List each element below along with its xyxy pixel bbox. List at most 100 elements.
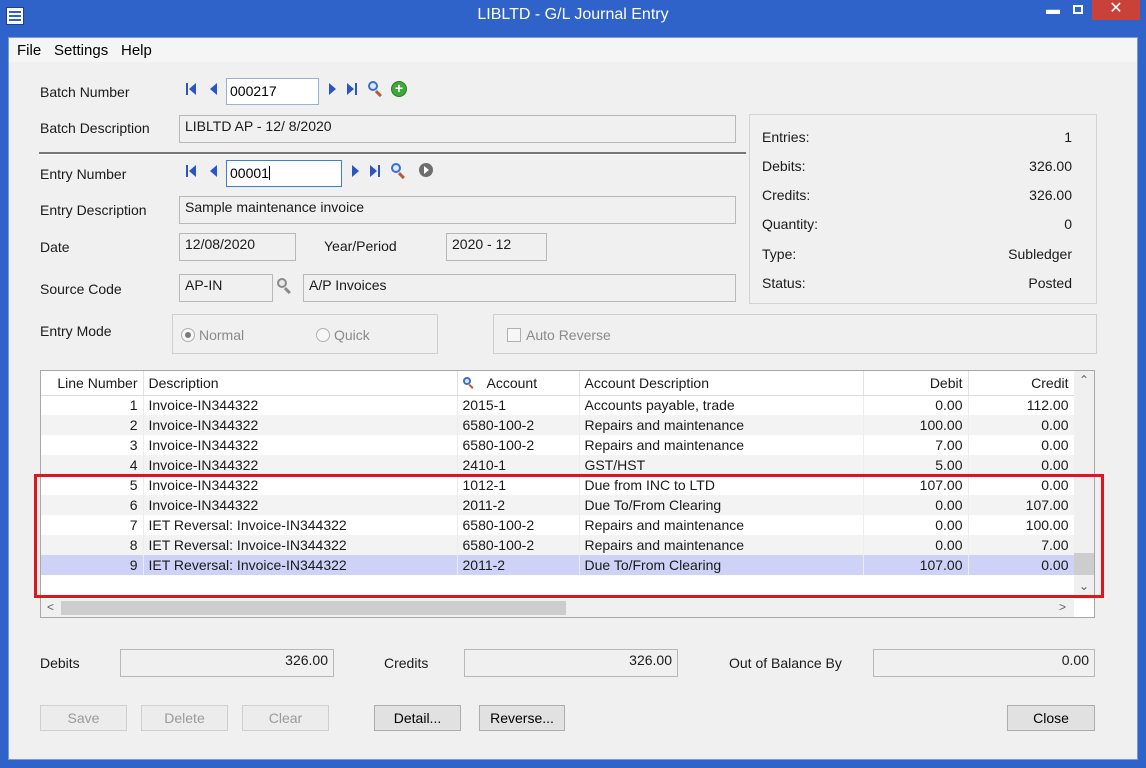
col-header-line-number[interactable]: Line Number [41,371,144,396]
section-separator [39,152,746,155]
save-button[interactable]: Save [40,705,127,731]
minimize-button[interactable]: ▬ [1040,0,1066,20]
cell-credit: 112.00 [968,395,1075,415]
summary-type-label: Type: [762,246,797,262]
clear-button[interactable]: Clear [242,705,329,731]
cell-credit: 0.00 [968,415,1075,435]
scroll-left-icon[interactable]: < [47,600,54,614]
year-period-label: Year/Period [324,238,397,254]
table-row[interactable]: 3 Invoice-IN344322 6580-100-2 Repairs an… [41,435,1075,455]
title-bar: LIBLTD - G/L Journal Entry ▬ ✕ [0,0,1146,32]
batch-finder-search-icon[interactable] [368,81,384,98]
cell-account-description: Repairs and maintenance [579,415,864,435]
menu-file[interactable]: File [17,42,41,59]
cell-credit: 0.00 [968,435,1075,455]
summary-credits-value: 326.00 [1029,187,1072,203]
batch-number-label: Batch Number [40,84,130,100]
entry-number-input[interactable]: 00001 [226,160,342,187]
cell-debit: 100.00 [863,415,969,435]
client-area: File Settings Help Batch Number 000217 +… [8,37,1138,760]
scroll-up-icon[interactable]: ⌃ [1079,373,1089,387]
mode-quick-label: Quick [334,327,370,343]
batch-last-button[interactable] [346,83,358,95]
cell-debit: 7.00 [863,435,969,455]
total-credits-field: 326.00 [464,649,678,677]
total-credits-label: Credits [384,655,429,671]
menu-help[interactable]: Help [121,42,152,59]
col-header-account[interactable]: Account [457,371,580,396]
cell-debit: 5.00 [863,455,969,475]
source-code-label: Source Code [40,281,122,297]
entry-prev-button[interactable] [208,165,220,177]
text-caret [268,166,270,180]
entry-finder-search-icon[interactable] [391,163,407,180]
entry-first-button[interactable] [186,165,198,177]
annotation-highlight-box [34,474,1104,598]
menu-settings[interactable]: Settings [54,42,108,59]
summary-debits-label: Debits: [762,158,806,174]
summary-panel: Entries: 1 Debits: 326.00 Credits: 326.0… [749,114,1097,304]
col-header-account-label: Account [486,374,538,391]
reverse-button[interactable]: Reverse... [479,705,565,731]
table-row[interactable]: 2 Invoice-IN344322 6580-100-2 Repairs an… [41,415,1075,435]
summary-entries-label: Entries: [762,129,810,145]
mode-quick-radio[interactable] [316,328,330,342]
auto-reverse-group: Auto Reverse [493,314,1097,354]
mode-normal-radio[interactable] [181,328,195,342]
cell-description: Invoice-IN344322 [143,415,458,435]
table-row[interactable]: 1 Invoice-IN344322 2015-1 Accounts payab… [41,395,1075,415]
date-label: Date [40,239,70,255]
cell-account: 6580-100-2 [457,415,580,435]
entry-last-button[interactable] [369,165,381,177]
cell-description: Invoice-IN344322 [143,435,458,455]
entry-description-field: Sample maintenance invoice [179,196,736,224]
cell-account-description: GST/HST [579,455,864,475]
horizontal-scroll-thumb[interactable] [61,601,566,615]
entry-next-button[interactable] [350,165,362,177]
source-code-field: AP-IN [179,274,273,302]
cell-line: 3 [41,435,144,455]
batch-first-button[interactable] [186,83,198,95]
date-field: 12/08/2020 [179,233,296,261]
account-search-icon [462,376,477,389]
source-code-finder-search-icon[interactable] [277,278,293,295]
batch-prev-button[interactable] [208,83,220,95]
summary-quantity-value: 0 [1064,216,1072,232]
out-of-balance-field: 0.00 [873,649,1095,677]
close-button[interactable]: Close [1007,705,1095,731]
col-header-account-description[interactable]: Account Description [579,371,864,396]
cell-line: 4 [41,455,144,475]
cell-description: Invoice-IN344322 [143,395,458,415]
batch-add-icon[interactable]: + [391,81,407,97]
batch-number-input[interactable]: 000217 [226,78,319,105]
total-debits-field: 326.00 [120,649,334,677]
cell-account: 2015-1 [457,395,580,415]
grid-horizontal-scrollbar[interactable]: < > [41,599,1074,617]
grid-header-row: Line Number Description Account Account … [41,371,1075,396]
col-header-credit[interactable]: Credit [968,371,1075,396]
cell-debit: 0.00 [863,395,969,415]
close-window-button[interactable]: ✕ [1092,0,1140,20]
auto-reverse-checkbox[interactable] [507,328,521,342]
batch-description-field: LIBLTD AP - 12/ 8/2020 [179,115,736,143]
year-period-field: 2020 - 12 [446,233,547,261]
cell-description: Invoice-IN344322 [143,455,458,475]
entry-number-label: Entry Number [40,166,127,182]
summary-quantity-label: Quantity: [762,216,819,232]
summary-status-label: Status: [762,275,806,291]
delete-button[interactable]: Delete [141,705,228,731]
table-row[interactable]: 4 Invoice-IN344322 2410-1 GST/HST 5.00 0… [41,455,1075,475]
scroll-right-icon[interactable]: > [1059,600,1066,614]
entry-go-icon[interactable] [419,163,433,177]
col-header-description[interactable]: Description [143,371,458,396]
app-window: LIBLTD - G/L Journal Entry ▬ ✕ File Sett… [0,0,1146,768]
source-description-field: A/P Invoices [303,274,736,302]
cell-account: 2410-1 [457,455,580,475]
maximize-button[interactable] [1066,0,1090,20]
detail-button[interactable]: Detail... [374,705,461,731]
summary-status-value: Posted [1028,275,1072,291]
summary-type-value: Subledger [1008,246,1072,262]
col-header-debit[interactable]: Debit [863,371,969,396]
batch-next-button[interactable] [327,83,339,95]
window-title: LIBLTD - G/L Journal Entry [477,6,669,23]
